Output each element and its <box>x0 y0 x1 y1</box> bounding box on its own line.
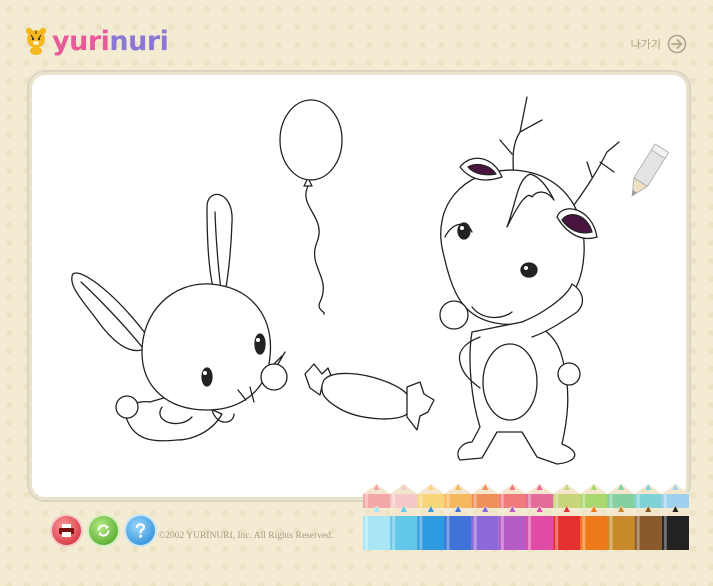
print-button[interactable] <box>52 516 81 545</box>
pencil-icon <box>631 143 670 197</box>
color-pencil-bottom-4[interactable] <box>444 506 472 550</box>
color-pencil-bottom-11[interactable] <box>634 506 662 550</box>
color-pencil-top-6[interactable] <box>498 484 526 508</box>
coloring-picture[interactable] <box>29 72 689 500</box>
reset-button[interactable] <box>89 516 118 545</box>
color-pencil-bottom-9[interactable] <box>580 506 608 550</box>
printer-icon <box>59 524 74 537</box>
color-pencil-top-3[interactable] <box>417 484 445 508</box>
color-pencil-bottom-3[interactable] <box>417 506 445 550</box>
color-pencil-top-9[interactable] <box>580 484 608 508</box>
question-icon <box>135 523 146 538</box>
exit-button[interactable]: 나가기 <box>631 34 687 54</box>
exit-label: 나가기 <box>630 39 661 51</box>
tiger-cub-icon <box>25 27 47 55</box>
logo-yuri: yuri <box>52 25 110 57</box>
color-pencil-top-11[interactable] <box>634 484 662 508</box>
color-pencil-bottom-6[interactable] <box>498 506 526 550</box>
reindeer[interactable] <box>439 96 620 465</box>
candy[interactable] <box>304 363 435 431</box>
color-pencil-bottom-10[interactable] <box>607 506 635 550</box>
color-pencil-top-8[interactable] <box>553 484 581 508</box>
color-pencil-bottom-2[interactable] <box>390 506 418 550</box>
color-pencil-top-12[interactable] <box>661 484 689 508</box>
color-pencil-bottom-12[interactable] <box>661 506 689 550</box>
logo: yurinuri <box>22 25 169 57</box>
logo-wordmark: yurinuri <box>52 25 169 57</box>
rabbit[interactable] <box>71 193 288 442</box>
color-pencil-bottom-5[interactable] <box>471 506 499 550</box>
color-pencil-top-7[interactable] <box>526 484 554 508</box>
color-pencil-top-10[interactable] <box>607 484 635 508</box>
refresh-icon <box>97 524 110 537</box>
color-pencil-top-1[interactable] <box>363 484 391 508</box>
color-palette[interactable] <box>363 484 689 550</box>
copyright-text: ©2002 YURINURI, Inc. All Rights Reserved… <box>158 531 334 541</box>
color-pencil-bottom-1[interactable] <box>363 506 391 550</box>
arrow-right-circle-icon <box>667 34 687 54</box>
color-pencil-top-2[interactable] <box>390 484 418 508</box>
logo-nuri: nuri <box>109 25 169 57</box>
toolbar-buttons <box>52 516 155 545</box>
color-pencil-bottom-7[interactable] <box>526 506 554 550</box>
color-pencil-top-4[interactable] <box>444 484 472 508</box>
balloon[interactable] <box>279 99 343 315</box>
coloring-canvas[interactable] <box>27 70 691 502</box>
help-button[interactable] <box>126 516 155 545</box>
color-pencil-top-5[interactable] <box>471 484 499 508</box>
color-pencil-bottom-8[interactable] <box>553 506 581 550</box>
